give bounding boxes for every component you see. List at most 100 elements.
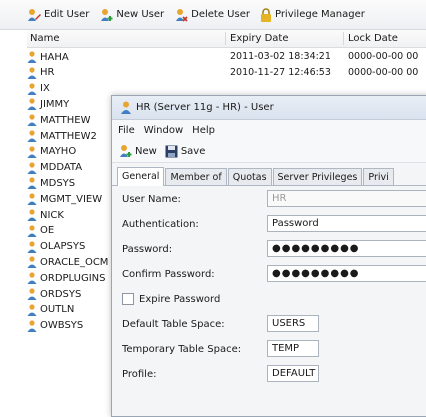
user-dialog: HR (Server 11g - HR) - User File Window … (111, 95, 426, 417)
menu-help[interactable]: Help (192, 125, 215, 136)
dialog-menubar: File Window Help (112, 120, 426, 140)
user-name-cell: ORDSYS (27, 288, 81, 300)
user-name: OE (40, 225, 55, 237)
authentication-select[interactable]: Password (267, 215, 426, 232)
save-icon (165, 145, 178, 157)
column-separator[interactable] (225, 32, 226, 45)
user-row[interactable]: HR 2010-11-27 12:46:53 0000-00-00 00 (27, 66, 426, 81)
edit-user-icon (28, 8, 41, 21)
user-name-row: User Name: HR (112, 188, 426, 212)
delete-user-icon (176, 8, 188, 22)
user-name-cell: ORACLE_OCM (27, 256, 109, 269)
user-name-cell: IX (27, 82, 50, 95)
temporary-tablespace-label: Temporary Table Space: (122, 344, 242, 355)
temporary-tablespace-row: Temporary Table Space: TEMP (112, 338, 426, 362)
user-name-cell: MATTHEW2 (27, 130, 97, 142)
user-name: MATTHEW2 (40, 130, 97, 142)
profile-select[interactable]: DEFAULT (267, 365, 319, 382)
user-name-cell: HR (27, 67, 54, 79)
dialog-toolbar: New Save (112, 140, 426, 163)
edit-user-label: Edit User (44, 9, 90, 20)
tab-member-of[interactable]: Member of (165, 168, 227, 185)
confirm-password-row: Confirm Password: ●●●●●●●●● (112, 263, 426, 287)
column-separator[interactable] (343, 32, 344, 45)
checkbox-box[interactable] (122, 293, 134, 305)
menu-window[interactable]: Window (144, 125, 183, 136)
user-name: ORACLE_OCM (40, 256, 109, 268)
user-name: JIMMY (40, 98, 70, 110)
column-expiry-header[interactable]: Expiry Date (230, 33, 288, 44)
user-name: NICK (40, 209, 64, 221)
expire-password-checkbox[interactable]: Expire Password (122, 293, 220, 305)
user-row[interactable]: HAHA 2011-03-02 18:34:21 0000-00-00 00 (27, 50, 426, 65)
privilege-manager-button[interactable]: Privilege Manager (260, 7, 365, 22)
user-icon (27, 82, 37, 95)
password-field[interactable]: ●●●●●●●●● (267, 240, 426, 257)
user-name-cell: MDSYS (27, 177, 75, 190)
new-button[interactable]: New (118, 144, 157, 158)
main-toolbar: Edit User New User Delete User Privilege… (0, 0, 426, 30)
user-name: HAHA (40, 51, 69, 63)
column-lock-header[interactable]: Lock Date (348, 33, 398, 44)
confirm-password-field[interactable]: ●●●●●●●●● (267, 265, 426, 282)
user-icon (27, 51, 37, 63)
user-name-cell: HAHA (27, 51, 69, 63)
expiry-date-cell: 2011-03-02 18:34:21 (230, 51, 331, 62)
password-row: Password: ●●●●●●●●● (112, 238, 426, 262)
user-name: MATTHEW (40, 114, 91, 126)
dialog-title-bar[interactable]: HR (Server 11g - HR) - User (112, 96, 426, 120)
temporary-tablespace-select[interactable]: TEMP (267, 340, 319, 357)
user-icon (27, 240, 37, 253)
save-button[interactable]: Save (165, 145, 206, 158)
user-name: HR (40, 67, 55, 79)
user-icon (27, 319, 37, 332)
user-name-cell: NICK (27, 209, 64, 221)
user-icon (27, 177, 37, 190)
column-name-header[interactable]: Name (30, 33, 60, 44)
user-icon (27, 272, 37, 285)
user-icon (27, 67, 37, 79)
new-user-icon (101, 8, 113, 21)
expire-password-label: Expire Password (139, 293, 221, 305)
user-name: MGMT_VIEW (40, 193, 103, 205)
tab-general[interactable]: General (117, 167, 165, 186)
tab-quotas[interactable]: Quotas (227, 168, 272, 185)
user-name-cell: OLAPSYS (27, 240, 85, 253)
user-name-cell: MAYHO (27, 146, 76, 158)
user-name-cell: JIMMY (27, 98, 70, 111)
user-name-cell: MDDATA (27, 161, 83, 174)
user-name-cell: MATTHEW (27, 114, 91, 127)
user-name-cell: OUTLN (27, 304, 74, 316)
save-label: Save (180, 145, 206, 157)
new-user-label: New User (116, 9, 165, 20)
menu-file[interactable]: File (118, 125, 135, 136)
new-label: New (135, 145, 157, 157)
user-name-cell: OE (27, 225, 54, 237)
user-name-label: User Name: (122, 194, 181, 205)
user-icon (27, 193, 37, 206)
user-name: OWBSYS (40, 320, 84, 332)
delete-user-label: Delete User (191, 9, 250, 20)
default-tablespace-row: Default Table Space: USERS (112, 313, 426, 337)
authentication-row: Authentication: Password (112, 213, 426, 237)
user-name-cell: ORDPLUGINS (27, 272, 105, 285)
user-list-header: Name Expiry Date Lock Date (27, 30, 426, 48)
user-name: MDDATA (40, 162, 83, 174)
tab-server-privileges[interactable]: Server Privileges (272, 168, 363, 185)
authentication-label: Authentication: (122, 219, 199, 230)
confirm-password-label: Confirm Password: (122, 269, 215, 280)
lock-date-cell: 0000-00-00 00 (348, 66, 419, 78)
new-user-button[interactable]: New User (99, 8, 164, 22)
user-icon (27, 114, 37, 127)
default-tablespace-select[interactable]: USERS (267, 315, 319, 332)
user-name: ORDSYS (40, 288, 82, 300)
edit-user-button[interactable]: Edit User (27, 8, 89, 22)
user-icon (27, 161, 37, 174)
delete-user-button[interactable]: Delete User (174, 8, 250, 22)
lock-date-cell: 0000-00-00 00 (348, 51, 419, 62)
dialog-title: HR (Server 11g - HR) - User (136, 102, 274, 113)
user-icon (27, 98, 37, 111)
tab-privileges[interactable]: Privi (363, 168, 394, 185)
user-name-field[interactable]: HR (267, 190, 426, 207)
user-name: OUTLN (40, 304, 75, 316)
